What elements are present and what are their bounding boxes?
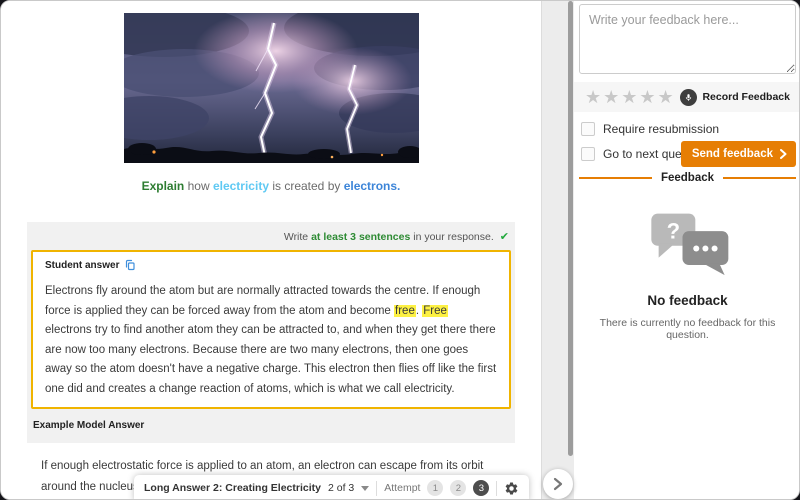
record-feedback-button[interactable]: Record Feedback bbox=[680, 89, 790, 106]
feedback-sidebar: ★★★★★ Record Feedback Require resubmissi… bbox=[574, 1, 800, 499]
chevron-down-icon[interactable] bbox=[361, 486, 369, 491]
highlighted-word: Free bbox=[422, 305, 448, 317]
question-term-electrons: electrons. bbox=[344, 179, 401, 193]
attempt-label: Attempt bbox=[384, 482, 420, 494]
requirement-suffix: in your response. bbox=[410, 231, 493, 243]
question-text: how bbox=[184, 179, 213, 193]
checkbox-icon bbox=[581, 147, 595, 161]
feedback-section-title: Feedback bbox=[661, 172, 714, 184]
send-feedback-button[interactable]: Send feedback bbox=[681, 141, 796, 167]
question-pagination: 2 of 3 bbox=[328, 482, 354, 494]
question-panel: Explain how electricity is created by el… bbox=[1, 1, 541, 499]
attempt-3-button[interactable]: 3 bbox=[473, 480, 489, 496]
divider-line bbox=[723, 177, 796, 179]
app-window: Explain how electricity is created by el… bbox=[0, 0, 800, 500]
feedback-input[interactable] bbox=[579, 4, 796, 74]
lightning-storm-image bbox=[124, 13, 419, 163]
requirement-check-icon: ✔ bbox=[500, 231, 509, 243]
attempt-2-button[interactable]: 2 bbox=[450, 480, 466, 496]
chat-bubbles-icon: ? bbox=[645, 210, 731, 276]
checkbox-icon bbox=[581, 122, 595, 136]
student-answer-label: Student answer bbox=[45, 260, 119, 271]
highlighted-word: free bbox=[394, 305, 416, 317]
toolbar-divider bbox=[496, 481, 497, 496]
no-feedback-panel: ? No feedback There is currently no feed… bbox=[579, 184, 796, 341]
send-feedback-label: Send feedback bbox=[692, 148, 773, 160]
requirement-prefix: Write bbox=[284, 231, 311, 243]
question-keyword-explain: Explain bbox=[142, 179, 185, 193]
record-feedback-label: Record Feedback bbox=[702, 91, 790, 103]
question-prompt: Explain how electricity is created by el… bbox=[1, 179, 541, 193]
gear-icon[interactable] bbox=[504, 481, 519, 496]
answer-fragment: electrons try to find another atom they … bbox=[45, 324, 496, 395]
require-resubmission-label: Require resubmission bbox=[603, 122, 719, 136]
feedback-options: Require resubmission Go to next question… bbox=[579, 112, 796, 161]
requirement-emphasis: at least 3 sentences bbox=[311, 231, 410, 243]
answer-area: Write at least 3 sentences in your respo… bbox=[27, 222, 515, 443]
chevron-right-icon bbox=[553, 477, 563, 491]
toolbar-divider bbox=[376, 481, 377, 496]
model-answer-label: Example Model Answer bbox=[31, 409, 511, 443]
no-feedback-title: No feedback bbox=[579, 293, 796, 308]
chevron-right-icon bbox=[780, 149, 787, 159]
sentence-requirement: Write at least 3 sentences in your respo… bbox=[31, 226, 511, 250]
panel-gutter bbox=[541, 1, 574, 499]
attempt-1-button[interactable]: 1 bbox=[427, 480, 443, 496]
app-frame: Explain how electricity is created by el… bbox=[0, 0, 800, 500]
student-answer-box: Student answer Electrons fly around the … bbox=[31, 250, 511, 409]
divider-line bbox=[579, 177, 652, 179]
feedback-section-divider: Feedback bbox=[579, 172, 796, 184]
question-term-electricity: electricity bbox=[213, 179, 269, 193]
next-page-button[interactable] bbox=[543, 469, 573, 499]
no-feedback-message: There is currently no feedback for this … bbox=[579, 317, 796, 341]
svg-text:?: ? bbox=[666, 218, 679, 243]
require-resubmission-checkbox[interactable]: Require resubmission bbox=[581, 122, 794, 136]
question-toolbar: Long Answer 2: Creating Electricity 2 of… bbox=[134, 475, 529, 499]
question-text: is created by bbox=[269, 179, 344, 193]
copy-icon[interactable] bbox=[124, 259, 136, 271]
scrollbar[interactable] bbox=[568, 1, 573, 456]
question-title: Long Answer 2: Creating Electricity bbox=[144, 482, 321, 494]
microphone-icon bbox=[680, 89, 697, 106]
student-answer-text: Electrons fly around the atom but are no… bbox=[45, 282, 497, 399]
rating-row: ★★★★★ Record Feedback bbox=[574, 82, 800, 112]
star-rating[interactable]: ★★★★★ bbox=[585, 88, 676, 106]
